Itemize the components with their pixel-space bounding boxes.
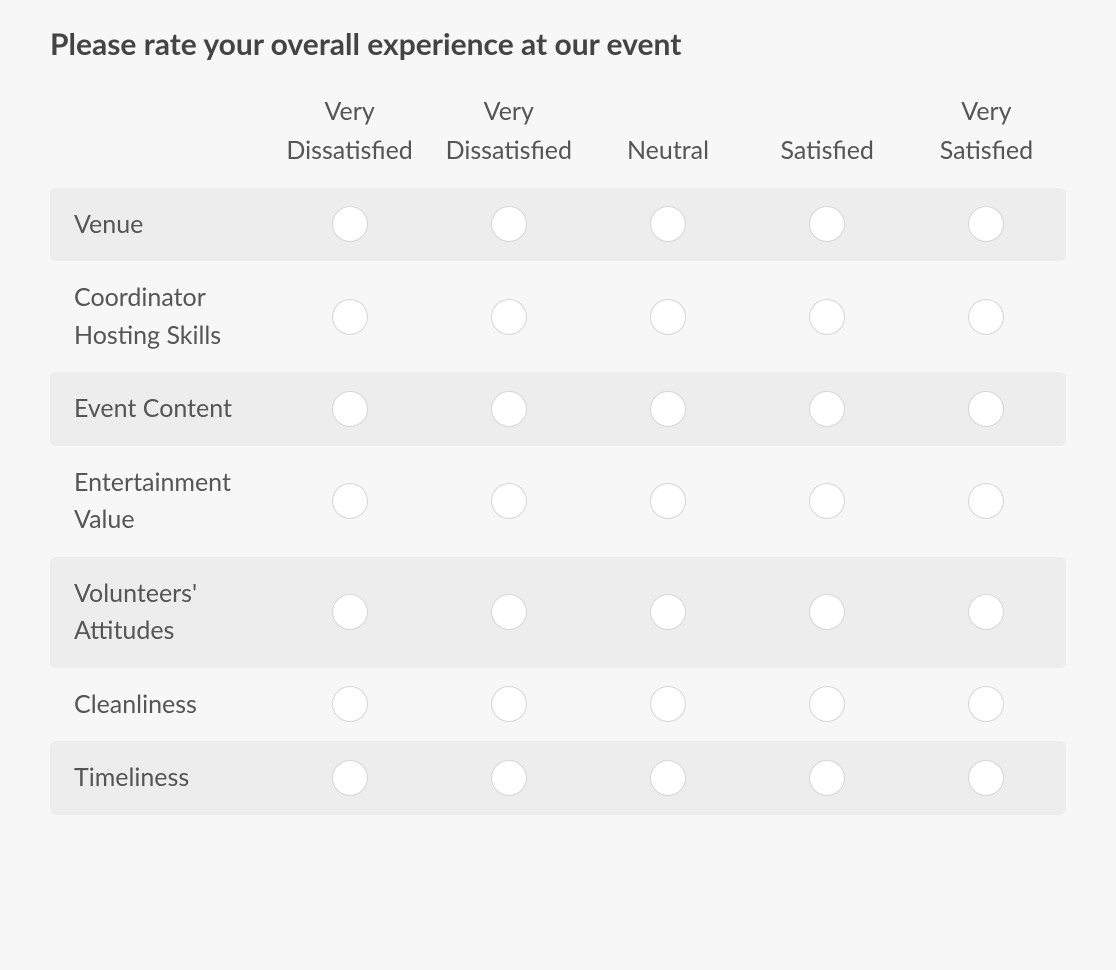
matrix-row-coordinator: Coordinator Hosting Skills bbox=[50, 261, 1066, 372]
radio-button[interactable] bbox=[332, 391, 368, 427]
option-cell bbox=[270, 483, 429, 519]
option-cell bbox=[588, 206, 747, 242]
column-header: Very Dissatisfied bbox=[270, 92, 429, 170]
radio-button[interactable] bbox=[650, 391, 686, 427]
matrix-row-cleanliness: Cleanliness bbox=[50, 668, 1066, 742]
radio-button[interactable] bbox=[968, 391, 1004, 427]
radio-button[interactable] bbox=[968, 483, 1004, 519]
option-cell bbox=[907, 594, 1066, 630]
row-label: Venue bbox=[50, 206, 270, 244]
option-cell bbox=[429, 686, 588, 722]
radio-button[interactable] bbox=[968, 760, 1004, 796]
radio-button[interactable] bbox=[332, 483, 368, 519]
option-cell bbox=[588, 686, 747, 722]
row-label: Volunteers' Attitudes bbox=[50, 575, 270, 650]
option-cell bbox=[907, 299, 1066, 335]
option-cell bbox=[907, 391, 1066, 427]
option-cell bbox=[748, 483, 907, 519]
radio-button[interactable] bbox=[968, 686, 1004, 722]
likert-matrix: Very Dissatisfied Very Dissatisfied Neut… bbox=[50, 92, 1066, 815]
radio-button[interactable] bbox=[650, 483, 686, 519]
option-cell bbox=[429, 299, 588, 335]
radio-button[interactable] bbox=[809, 206, 845, 242]
option-cell bbox=[429, 206, 588, 242]
radio-button[interactable] bbox=[968, 206, 1004, 242]
option-cell bbox=[588, 760, 747, 796]
radio-button[interactable] bbox=[650, 206, 686, 242]
option-cell bbox=[748, 686, 907, 722]
option-cell bbox=[588, 483, 747, 519]
radio-button[interactable] bbox=[332, 594, 368, 630]
radio-button[interactable] bbox=[332, 206, 368, 242]
radio-button[interactable] bbox=[491, 299, 527, 335]
row-label: Cleanliness bbox=[50, 686, 270, 724]
row-label: Entertainment Value bbox=[50, 464, 270, 539]
option-cell bbox=[748, 206, 907, 242]
radio-button[interactable] bbox=[809, 594, 845, 630]
row-label: Coordinator Hosting Skills bbox=[50, 279, 270, 354]
option-cell bbox=[270, 299, 429, 335]
radio-button[interactable] bbox=[491, 760, 527, 796]
option-cell bbox=[270, 391, 429, 427]
option-cell bbox=[588, 594, 747, 630]
option-cell bbox=[907, 686, 1066, 722]
radio-button[interactable] bbox=[491, 483, 527, 519]
radio-button[interactable] bbox=[491, 206, 527, 242]
option-cell bbox=[748, 299, 907, 335]
option-cell bbox=[429, 594, 588, 630]
matrix-row-entertainment: Entertainment Value bbox=[50, 446, 1066, 557]
option-cell bbox=[907, 206, 1066, 242]
option-cell bbox=[270, 594, 429, 630]
column-header: Very Satisfied bbox=[907, 92, 1066, 170]
option-cell bbox=[429, 760, 588, 796]
radio-button[interactable] bbox=[809, 483, 845, 519]
radio-button[interactable] bbox=[809, 299, 845, 335]
option-cell bbox=[588, 391, 747, 427]
radio-button[interactable] bbox=[650, 686, 686, 722]
option-cell bbox=[270, 760, 429, 796]
matrix-row-volunteers: Volunteers' Attitudes bbox=[50, 557, 1066, 668]
row-label: Timeliness bbox=[50, 759, 270, 797]
matrix-row-venue: Venue bbox=[50, 188, 1066, 262]
radio-button[interactable] bbox=[332, 760, 368, 796]
radio-button[interactable] bbox=[809, 686, 845, 722]
radio-button[interactable] bbox=[650, 594, 686, 630]
matrix-row-event-content: Event Content bbox=[50, 372, 1066, 446]
option-cell bbox=[907, 483, 1066, 519]
option-cell bbox=[748, 391, 907, 427]
option-cell bbox=[429, 483, 588, 519]
option-cell bbox=[748, 760, 907, 796]
radio-button[interactable] bbox=[332, 686, 368, 722]
radio-button[interactable] bbox=[491, 686, 527, 722]
radio-button[interactable] bbox=[650, 299, 686, 335]
radio-button[interactable] bbox=[968, 299, 1004, 335]
option-cell bbox=[270, 686, 429, 722]
radio-button[interactable] bbox=[809, 391, 845, 427]
column-header: Neutral bbox=[588, 131, 747, 170]
option-cell bbox=[270, 206, 429, 242]
radio-button[interactable] bbox=[968, 594, 1004, 630]
column-header: Very Dissatisfied bbox=[429, 92, 588, 170]
option-cell bbox=[748, 594, 907, 630]
option-cell bbox=[588, 299, 747, 335]
matrix-row-timeliness: Timeliness bbox=[50, 741, 1066, 815]
radio-button[interactable] bbox=[491, 594, 527, 630]
radio-button[interactable] bbox=[809, 760, 845, 796]
option-cell bbox=[907, 760, 1066, 796]
radio-button[interactable] bbox=[491, 391, 527, 427]
matrix-header-row: Very Dissatisfied Very Dissatisfied Neut… bbox=[50, 92, 1066, 170]
row-label: Event Content bbox=[50, 390, 270, 428]
radio-button[interactable] bbox=[650, 760, 686, 796]
column-header: Satisfied bbox=[748, 131, 907, 170]
option-cell bbox=[429, 391, 588, 427]
survey-question-title: Please rate your overall experience at o… bbox=[50, 26, 1066, 62]
radio-button[interactable] bbox=[332, 299, 368, 335]
